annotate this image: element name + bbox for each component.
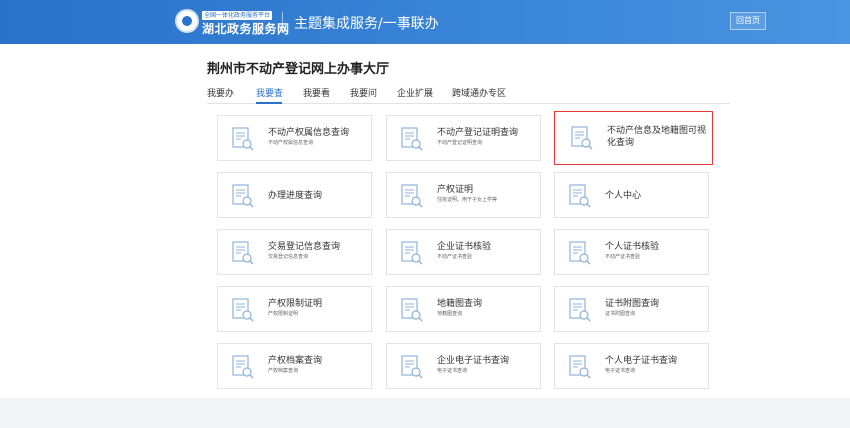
tab-chaxun[interactable]: 我要查 xyxy=(256,88,283,100)
card-subtitle: 住房证明、用于子女上学等 xyxy=(437,197,498,203)
card-transaction-info-query[interactable]: 交易登记信息查询 交易登记信息查询 xyxy=(217,229,372,275)
card-personal-cert-verify[interactable]: 个人证书核验 不动产证书查验 xyxy=(554,229,709,275)
document-search-icon xyxy=(232,127,254,151)
card-title: 产权档案查询 xyxy=(268,356,323,366)
card-title: 不动产权属信息查询 xyxy=(268,128,350,138)
site-brand[interactable]: 湖北政务服务网 xyxy=(202,20,290,37)
document-search-icon xyxy=(401,241,423,265)
card-title: 个人中心 xyxy=(605,191,642,201)
card-property-restriction[interactable]: 产权限制证明 产权限制证明 xyxy=(217,286,372,332)
active-tab-indicator xyxy=(256,102,282,104)
card-enterprise-e-cert-query[interactable]: 企业电子证书查询 电子证书查询 xyxy=(386,343,541,389)
card-title: 不动产信息及地籍图可视化查询 xyxy=(607,126,707,148)
card-title: 不动产登记证明查询 xyxy=(437,128,519,138)
document-search-icon xyxy=(571,126,593,150)
tab-wen[interactable]: 我要问 xyxy=(350,88,377,100)
card-subtitle: 电子证书查询 xyxy=(437,368,468,374)
document-search-icon xyxy=(569,241,591,265)
card-title: 证书附图查询 xyxy=(605,299,660,309)
card-title: 产权限制证明 xyxy=(268,299,323,309)
document-search-icon xyxy=(232,298,254,322)
document-search-icon xyxy=(569,355,591,379)
card-title: 地籍图查询 xyxy=(437,299,483,309)
tab-kan[interactable]: 我要看 xyxy=(303,88,330,100)
service-grid: 不动产权属信息查询 不动产权属信息查询 不动产登记证明查询 不动产登记证明查询 … xyxy=(217,111,713,389)
document-search-icon xyxy=(401,298,423,322)
page-title: 荆州市不动产登记网上办事大厅 xyxy=(207,62,390,77)
document-search-icon xyxy=(401,127,423,151)
card-cadastral-visual-query[interactable]: 不动产信息及地籍图可视化查询 xyxy=(554,111,713,165)
document-search-icon xyxy=(569,298,591,322)
card-personal-e-cert-query[interactable]: 个人电子证书查询 电子证书查询 xyxy=(554,343,709,389)
card-title: 办理进度查询 xyxy=(268,191,323,201)
tab-banli[interactable]: 我要办 xyxy=(207,88,234,100)
card-certificate-map-query[interactable]: 证书附图查询 证书附图查询 xyxy=(554,286,709,332)
document-search-icon xyxy=(232,241,254,265)
card-subtitle: 电子证书查询 xyxy=(605,368,636,374)
platform-badge: 全国一体化政务服务平台 xyxy=(202,11,273,20)
card-subtitle: 地籍图查询 xyxy=(437,311,463,317)
card-subtitle: 产权限制证明 xyxy=(268,311,299,317)
card-property-ownership-query[interactable]: 不动产权属信息查询 不动产权属信息查询 xyxy=(217,115,372,161)
card-title: 个人电子证书查询 xyxy=(605,356,678,366)
card-subtitle: 不动产权属信息查询 xyxy=(268,140,314,146)
card-title: 企业电子证书查询 xyxy=(437,356,510,366)
home-button[interactable]: 回首页 xyxy=(730,12,766,30)
footer-band xyxy=(0,398,850,428)
tab-kuayu[interactable]: 跨域通办专区 xyxy=(452,88,506,100)
document-search-icon xyxy=(401,355,423,379)
card-subtitle: 不动产证书查验 xyxy=(437,254,473,260)
card-title: 交易登记信息查询 xyxy=(268,242,341,252)
card-subtitle: 不动产登记证明查询 xyxy=(437,140,483,146)
card-subtitle: 产权档案查询 xyxy=(268,368,299,374)
card-personal-center[interactable]: 个人中心 xyxy=(554,172,709,218)
card-enterprise-cert-verify[interactable]: 企业证书核验 不动产证书查验 xyxy=(386,229,541,275)
card-registration-certificate-query[interactable]: 不动产登记证明查询 不动产登记证明查询 xyxy=(386,115,541,161)
tab-qiye[interactable]: 企业扩展 xyxy=(397,88,433,100)
document-search-icon xyxy=(569,184,591,208)
card-title: 产权证明 xyxy=(437,185,474,195)
card-title: 个人证书核验 xyxy=(605,242,660,252)
document-search-icon xyxy=(401,184,423,208)
card-progress-query[interactable]: 办理进度查询 xyxy=(217,172,372,218)
card-property-archive-query[interactable]: 产权档案查询 产权档案查询 xyxy=(217,343,372,389)
header-divider xyxy=(282,12,283,32)
government-emblem-icon[interactable] xyxy=(175,9,199,33)
header-title: 主题集成服务/一事联办 xyxy=(294,16,439,32)
document-search-icon xyxy=(232,355,254,379)
top-header: 全国一体化政务服务平台 湖北政务服务网 主题集成服务/一事联办 回首页 xyxy=(0,0,850,44)
card-property-certificate[interactable]: 产权证明 住房证明、用于子女上学等 xyxy=(386,172,541,218)
card-subtitle: 证书附图查询 xyxy=(605,311,636,317)
card-subtitle: 交易登记信息查询 xyxy=(268,254,309,260)
document-search-icon xyxy=(232,184,254,208)
tab-bar: 我要办 我要查 我要看 我要问 企业扩展 跨域通办专区 xyxy=(207,88,730,104)
card-cadastral-map-query[interactable]: 地籍图查询 地籍图查询 xyxy=(386,286,541,332)
card-title: 企业证书核验 xyxy=(437,242,492,252)
card-subtitle: 不动产证书查验 xyxy=(605,254,641,260)
